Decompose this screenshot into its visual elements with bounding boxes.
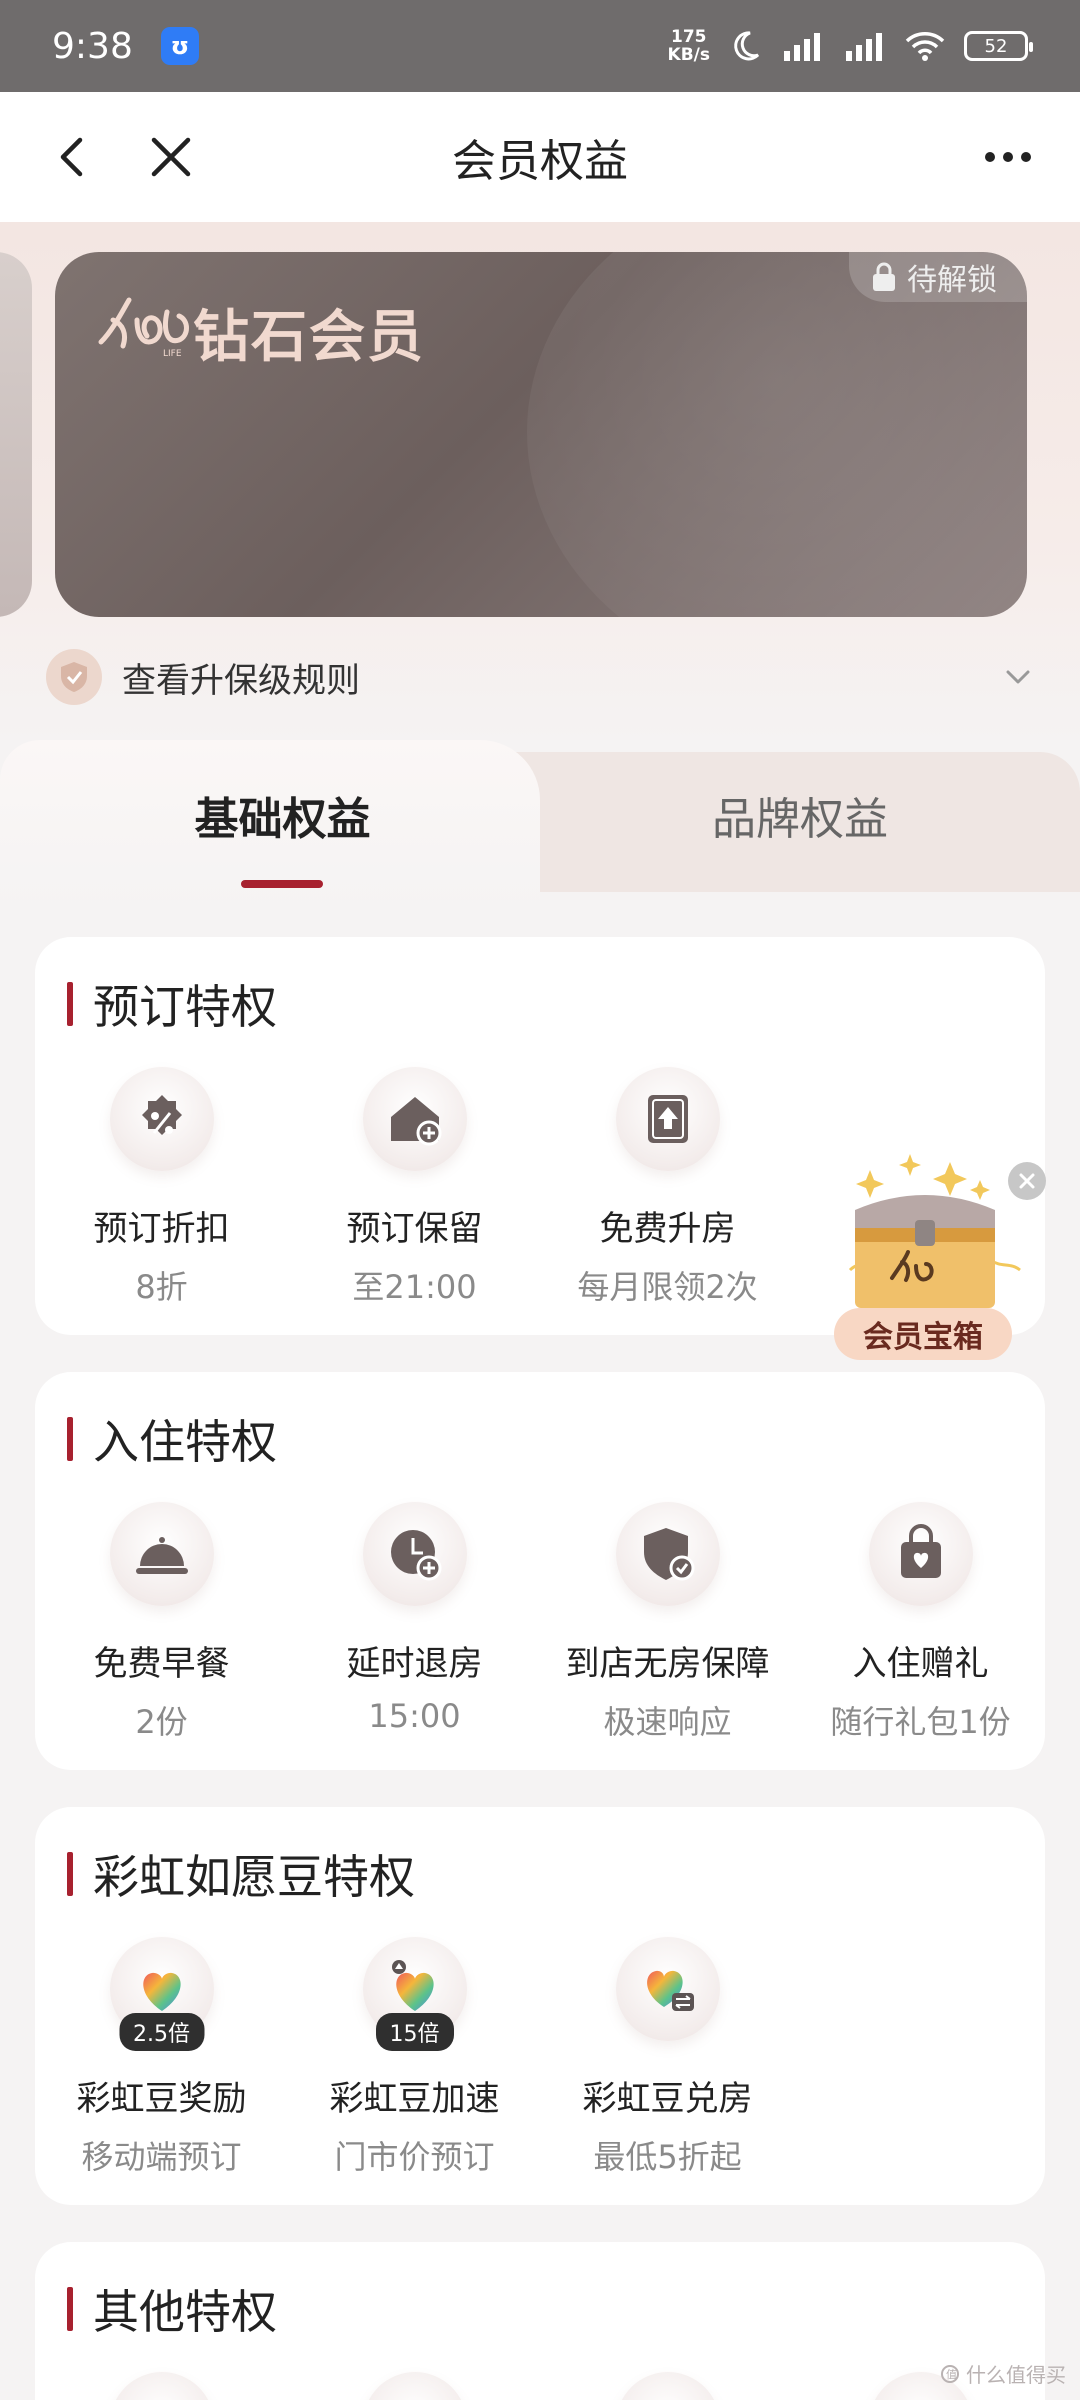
benefit-item[interactable]: 预订保留 至21:00 — [288, 1067, 541, 1308]
signal-icon — [784, 33, 820, 61]
treasure-chest-widget[interactable]: 会员宝箱 — [810, 1150, 1040, 1365]
benefit-detail: 随行礼包1份 — [830, 1703, 1011, 1741]
benefit-name: 到店无房保障 — [565, 1644, 770, 1684]
page-title: 会员权益 — [452, 136, 628, 187]
logo-life-text: LIFE — [163, 349, 182, 359]
benefit-name: 彩虹豆奖励 — [76, 2079, 247, 2119]
benefit-tabs: 基础权益 品牌权益 — [0, 740, 1080, 910]
cloche-icon — [109, 1502, 214, 1606]
card-decoration — [527, 252, 1027, 617]
rainbow-heart-exchange-icon — [615, 1937, 720, 2041]
wifi-icon — [905, 32, 945, 61]
status-indicators: 175 KB/s 52 — [668, 28, 1033, 64]
partial-benefit-icon[interactable] — [363, 2372, 467, 2400]
rainbow-heart-icon: 2.5倍 — [109, 1937, 214, 2051]
status-bar: 9:38 ʊ 175 KB/s 52 — [0, 0, 1080, 92]
benefit-name: 免费早餐 — [93, 1644, 230, 1684]
svg-text:值: 值 — [946, 2368, 957, 2381]
tab-basic-benefits[interactable]: 基础权益 — [0, 740, 565, 890]
benefit-item[interactable]: 入住赠礼 随行礼包1份 — [794, 1502, 1047, 1743]
benefit-detail: 门市价预订 — [334, 2138, 495, 2176]
section-title: 入住特权 — [67, 1414, 277, 1469]
benefit-item[interactable]: 到店无房保障 极速响应 — [541, 1502, 794, 1743]
rainbow-heart-speed-icon: 15倍 — [362, 1937, 467, 2051]
gift-bag-icon — [868, 1502, 973, 1606]
benefit-name: 预订保留 — [346, 1209, 483, 1249]
benefit-name: 入住赠礼 — [852, 1644, 989, 1684]
tab-brand-benefits[interactable]: 品牌权益 — [520, 740, 1080, 890]
benefit-detail: 最低5折起 — [593, 2138, 742, 2176]
benefit-name: 延时退房 — [346, 1644, 483, 1684]
benefit-detail: 每月限领2次 — [577, 1268, 758, 1306]
section-title: 彩虹如愿豆特权 — [67, 1849, 415, 1904]
benefit-item[interactable]: 15倍 彩虹豆加速 门市价预订 — [288, 1937, 541, 2178]
close-icon — [1019, 1173, 1035, 1189]
benefit-item[interactable]: 彩虹豆兑房 最低5折起 — [541, 1937, 794, 2178]
section-title: 其他特权 — [67, 2284, 277, 2339]
rules-link-label: 查看升保级规则 — [122, 660, 360, 701]
section-other: 其他特权 — [35, 2242, 1045, 2400]
card-title: 钻石会员 — [193, 305, 425, 370]
network-speed-value: 175 — [671, 27, 707, 47]
multiplier-badge: 2.5倍 — [119, 2013, 204, 2051]
benefit-detail: 2份 — [135, 1703, 188, 1741]
benefit-item[interactable]: 2.5倍 彩虹豆奖励 移动端预订 — [35, 1937, 288, 2178]
section-checkin: 入住特权 免费早餐 2份 延时退房 15:00 到店无房保障 极速响应 入住赠礼… — [35, 1372, 1045, 1770]
treasure-close-button[interactable] — [1008, 1162, 1046, 1200]
signal-icon-2 — [846, 33, 882, 61]
benefit-detail: 至21:00 — [352, 1268, 477, 1306]
network-speed: 175 KB/s — [668, 28, 710, 64]
network-speed-unit: KB/s — [667, 45, 710, 65]
app-notification-icon: ʊ — [160, 27, 199, 65]
benefit-item[interactable]: 预订折扣 8折 — [35, 1067, 288, 1308]
multiplier-badge: 15倍 — [375, 2013, 454, 2051]
benefit-detail: 极速响应 — [603, 1703, 732, 1741]
status-time: 9:38 — [52, 25, 133, 67]
previous-card-peek[interactable] — [0, 252, 32, 617]
section-rainbow: 彩虹如愿豆特权 2.5倍 彩虹豆奖励 移动端预订 15倍 彩虹豆加速 门市价预订… — [35, 1807, 1045, 2205]
benefit-detail: 15:00 — [368, 1697, 461, 1735]
brand-logo-icon: LIFE — [98, 297, 189, 359]
battery-icon: 52 — [964, 31, 1033, 61]
benefit-name: 彩虹豆加速 — [329, 2079, 500, 2119]
benefit-detail: 移动端预订 — [81, 2138, 242, 2176]
treasure-chest-icon — [848, 1154, 1021, 1308]
partial-benefit-icon[interactable] — [616, 2372, 720, 2400]
hero-section: LIFE 钻石会员 待解锁 查看升保级规则 — [0, 222, 1080, 742]
shield-badge-icon — [46, 649, 102, 705]
member-card[interactable]: LIFE 钻石会员 待解锁 — [55, 252, 1027, 617]
benefit-name: 彩虹豆兑房 — [582, 2079, 753, 2119]
partial-benefit-icon[interactable] — [110, 2372, 214, 2400]
shield-check-icon — [615, 1502, 720, 1606]
discount-icon — [109, 1067, 214, 1171]
nav-bar: 会员权益 — [0, 92, 1080, 222]
watermark: 值 什么值得买 — [940, 2359, 1066, 2388]
lock-icon — [873, 262, 895, 291]
watermark-text: 什么值得买 — [966, 2363, 1066, 2387]
house-add-icon — [362, 1067, 467, 1171]
benefit-item[interactable]: 免费升房 每月限领2次 — [541, 1067, 794, 1308]
section-title: 预订特权 — [67, 979, 277, 1034]
active-tab-indicator — [241, 880, 323, 888]
benefit-name: 免费升房 — [599, 1209, 736, 1249]
moon-icon — [734, 31, 760, 61]
lock-label: 待解锁 — [907, 263, 997, 298]
lock-status-tag: 待解锁 — [849, 252, 1027, 302]
benefit-item[interactable]: 免费早餐 2份 — [35, 1502, 288, 1743]
benefit-detail: 8折 — [135, 1268, 188, 1306]
upgrade-icon — [615, 1067, 720, 1171]
treasure-label: 会员宝箱 — [834, 1308, 1012, 1360]
benefit-name: 预订折扣 — [93, 1209, 230, 1249]
benefit-item[interactable]: 延时退房 15:00 — [288, 1502, 541, 1735]
clock-add-icon — [362, 1502, 467, 1606]
more-icon[interactable] — [978, 130, 1038, 184]
watermark-logo-icon: 值 — [941, 2364, 959, 2383]
chevron-down-icon[interactable] — [1000, 659, 1036, 695]
rules-link[interactable]: 查看升保级规则 — [46, 647, 1036, 707]
